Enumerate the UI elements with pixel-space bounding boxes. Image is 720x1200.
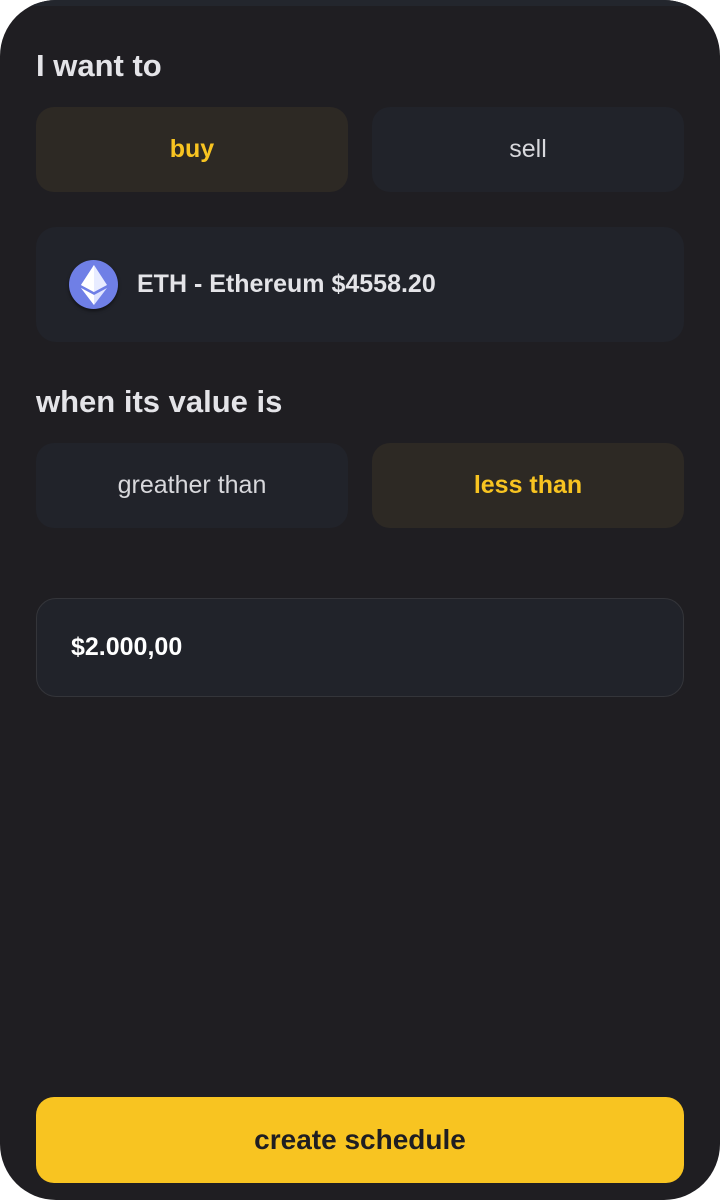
less-than-option[interactable]: less than: [372, 443, 684, 528]
schedule-panel: I want to buy sell ETH - Ethereum $4558.…: [0, 0, 720, 1200]
create-schedule-button[interactable]: create schedule: [36, 1097, 684, 1183]
action-heading: I want to: [36, 48, 162, 83]
asset-selector[interactable]: ETH - Ethereum $4558.20: [36, 227, 684, 342]
amount-input[interactable]: $2.000,00: [36, 598, 684, 697]
condition-heading: when its value is: [36, 384, 283, 419]
amount-value: $2.000,00: [71, 633, 183, 661]
ethereum-icon: [69, 260, 118, 309]
asset-label: ETH - Ethereum $4558.20: [137, 270, 436, 298]
top-strip: [0, 0, 720, 6]
buy-option[interactable]: buy: [36, 107, 348, 192]
greater-than-option[interactable]: greather than: [36, 443, 348, 528]
sell-option[interactable]: sell: [372, 107, 684, 192]
